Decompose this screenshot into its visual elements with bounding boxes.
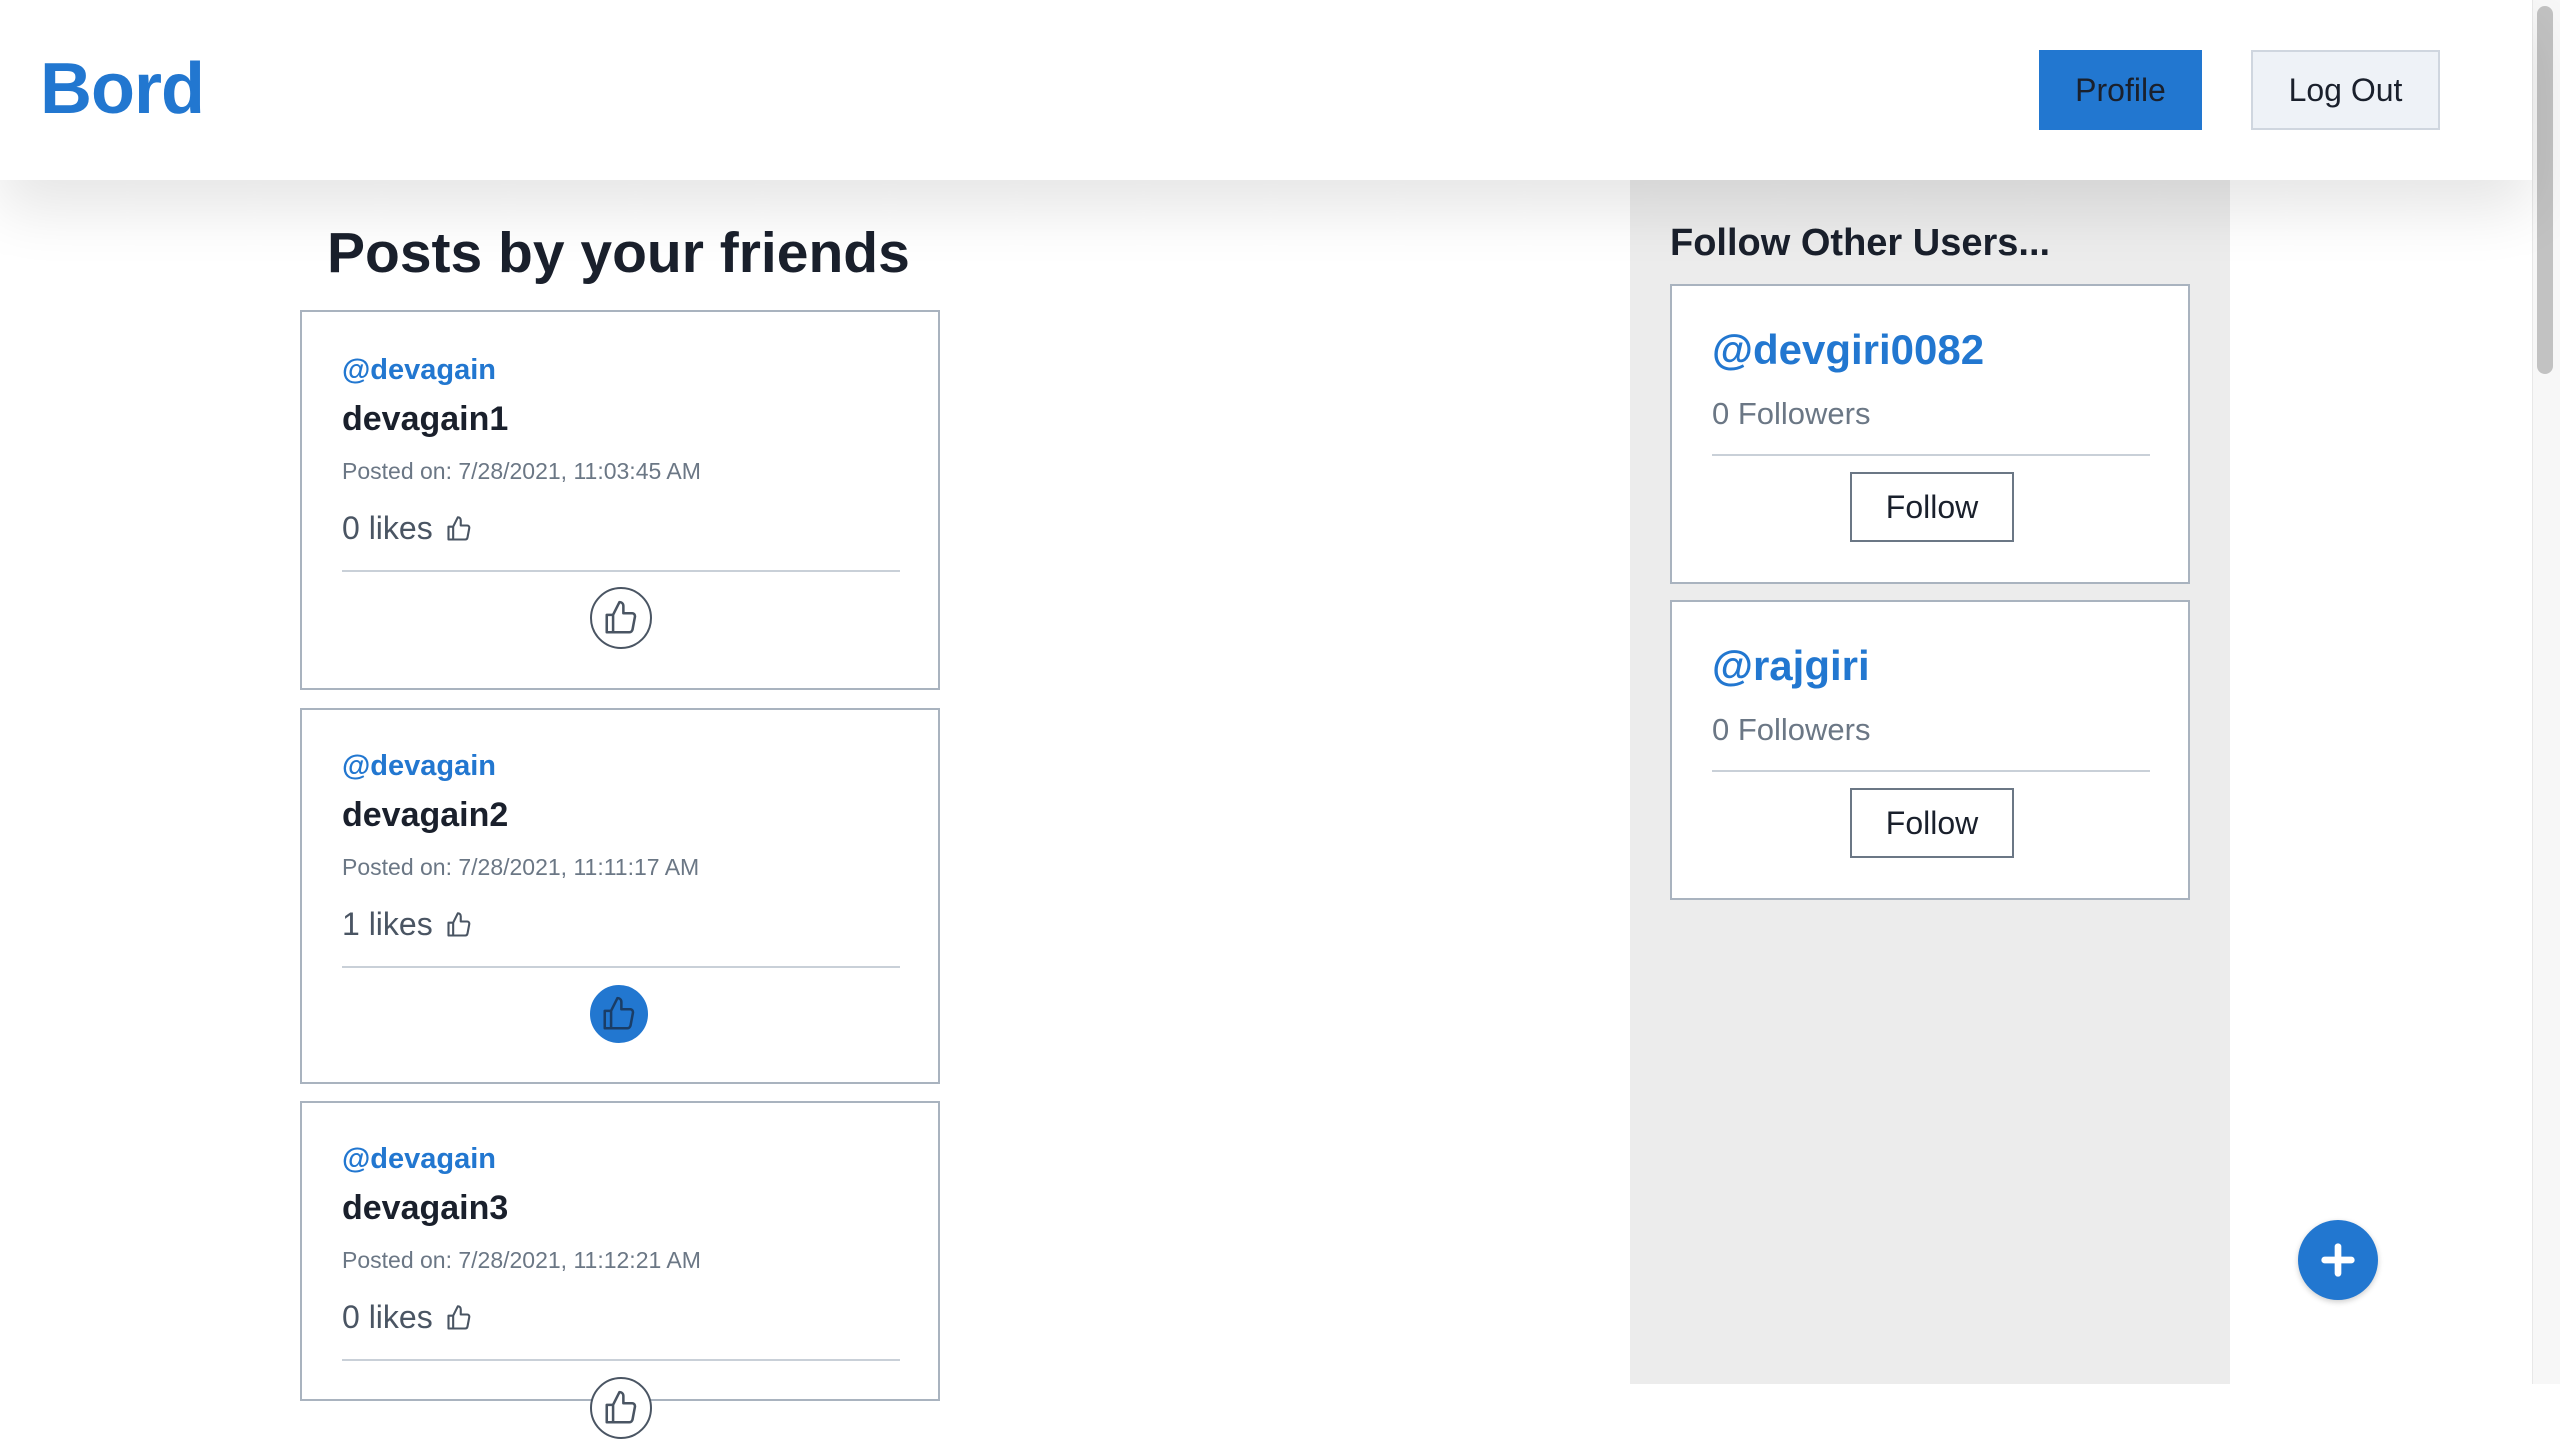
- thumbs-up-icon: [447, 1304, 471, 1330]
- thumbs-up-icon: [605, 1390, 637, 1424]
- post-divider: [342, 1359, 900, 1361]
- user-card: @rajgiri 0 Followers Follow: [1670, 600, 2190, 900]
- post-divider: [342, 570, 900, 572]
- likes-count: 1 likes: [342, 906, 433, 942]
- post-title: devagain1: [342, 400, 509, 438]
- user-handle[interactable]: @devgiri0082: [1712, 326, 1984, 374]
- post-card: @devagain devagain1 Posted on: 7/28/2021…: [300, 310, 940, 690]
- post-timestamp: Posted on: 7/28/2021, 11:11:17 AM: [342, 854, 700, 880]
- post-card: @devagain devagain2 Posted on: 7/28/2021…: [300, 708, 940, 1084]
- thumbs-up-icon: [603, 996, 635, 1030]
- follow-button[interactable]: Follow: [1850, 788, 2014, 858]
- plus-icon: [2321, 1243, 2355, 1277]
- post-title: devagain3: [342, 1189, 509, 1227]
- post-timestamp: Posted on: 7/28/2021, 11:03:45 AM: [342, 458, 701, 484]
- thumbs-up-icon: [447, 911, 471, 937]
- top-navbar: Bord Profile Log Out: [0, 0, 2532, 180]
- post-author[interactable]: @devagain: [342, 1143, 496, 1176]
- like-button[interactable]: [590, 587, 652, 649]
- user-handle[interactable]: @rajgiri: [1712, 642, 1870, 690]
- user-card: @devgiri0082 0 Followers Follow: [1670, 284, 2190, 584]
- post-author[interactable]: @devagain: [342, 354, 496, 387]
- sidebar-title: Follow Other Users...: [1670, 222, 2051, 264]
- page-title: Posts by your friends: [327, 221, 910, 285]
- post-card: @devagain devagain3 Posted on: 7/28/2021…: [300, 1101, 940, 1439]
- post-divider: [342, 966, 900, 968]
- post-likes: 0 likes: [342, 510, 473, 547]
- post-title: devagain2: [342, 796, 509, 834]
- like-button[interactable]: [590, 1377, 652, 1439]
- likes-count: 0 likes: [342, 1299, 433, 1335]
- profile-button[interactable]: Profile: [2039, 50, 2202, 130]
- like-button[interactable]: [590, 985, 648, 1043]
- followers-count: 0 Followers: [1712, 712, 1871, 747]
- follow-button[interactable]: Follow: [1850, 472, 2014, 542]
- followers-count: 0 Followers: [1712, 396, 1871, 431]
- brand-logo[interactable]: Bord: [40, 48, 205, 130]
- likes-count: 0 likes: [342, 510, 433, 546]
- card-divider: [1712, 770, 2150, 772]
- post-author[interactable]: @devagain: [342, 750, 496, 783]
- logout-button[interactable]: Log Out: [2251, 50, 2440, 130]
- scrollbar-thumb[interactable]: [2537, 6, 2553, 374]
- thumbs-up-icon: [447, 515, 471, 541]
- post-timestamp: Posted on: 7/28/2021, 11:12:21 AM: [342, 1247, 701, 1273]
- add-post-button[interactable]: [2298, 1220, 2378, 1300]
- post-likes: 1 likes: [342, 906, 473, 943]
- thumbs-up-icon: [605, 600, 637, 634]
- post-likes: 0 likes: [342, 1299, 473, 1336]
- card-divider: [1712, 454, 2150, 456]
